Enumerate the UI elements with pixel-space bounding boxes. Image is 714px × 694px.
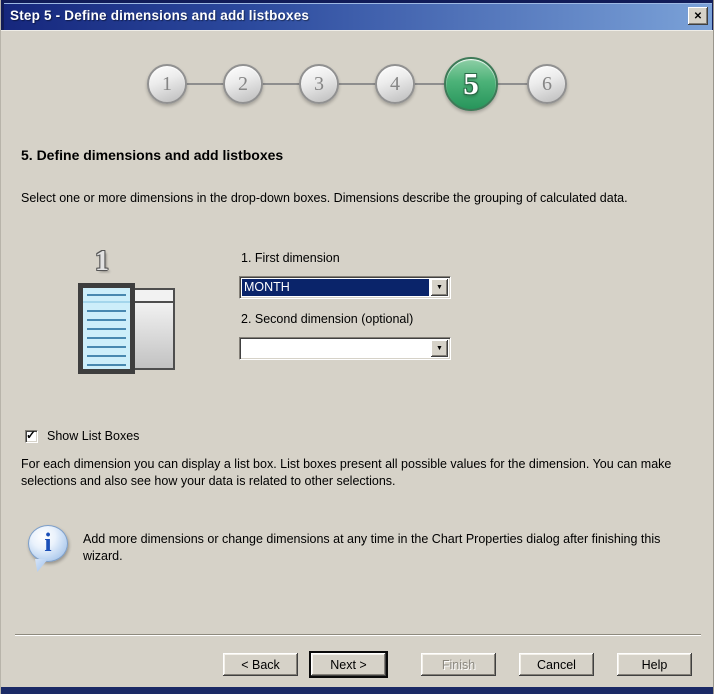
- show-list-boxes-label: Show List Boxes: [47, 429, 140, 443]
- step-indicator-1: 1: [147, 64, 187, 104]
- step-indicator-5-active: 5: [444, 57, 498, 111]
- titlebar[interactable]: Step 5 - Define dimensions and add listb…: [1, 0, 713, 30]
- first-dimension-dropdown-button[interactable]: ▼: [431, 279, 448, 296]
- info-glyph: i: [44, 527, 52, 557]
- next-button[interactable]: Next >: [309, 651, 388, 678]
- close-button[interactable]: ✕: [688, 7, 708, 25]
- second-dimension-dropdown-button[interactable]: ▼: [431, 340, 448, 357]
- step-number: 2: [238, 72, 248, 95]
- step-indicator-4: 4: [375, 64, 415, 104]
- step-indicator-2: 2: [223, 64, 263, 104]
- table-icon: [129, 288, 175, 370]
- close-icon: ✕: [693, 10, 703, 22]
- step-indicator-6: 6: [527, 64, 567, 104]
- listbox-help-text: For each dimension you can display a lis…: [21, 457, 672, 488]
- checkmark-icon: ✓: [26, 427, 37, 442]
- balloon-tail: [35, 559, 48, 572]
- step-number: 6: [542, 72, 552, 95]
- chevron-down-icon: ▼: [436, 284, 443, 291]
- finish-button[interactable]: Finish: [421, 653, 496, 676]
- second-dimension-value: [242, 340, 429, 357]
- step-number: 5: [463, 66, 479, 101]
- first-dimension-label: 1. First dimension: [241, 251, 340, 265]
- chevron-down-icon: ▼: [436, 345, 443, 352]
- page-title: 5. Define dimensions and add listboxes: [21, 147, 284, 163]
- step-indicator-3: 3: [299, 64, 339, 104]
- separator: [15, 634, 701, 635]
- step-number: 1: [162, 72, 172, 95]
- second-dimension-label: 2. Second dimension (optional): [241, 312, 414, 326]
- checkbox-box[interactable]: ✓: [25, 427, 38, 443]
- info-note: Add more dimensions or change dimensions…: [83, 532, 661, 563]
- listbox-illustration-icon: 1: [76, 246, 186, 380]
- illustration-number: 1: [95, 246, 109, 277]
- first-dimension-select[interactable]: MONTH ▼: [239, 276, 451, 299]
- show-list-boxes-checkbox[interactable]: ✓ Show List Boxes: [25, 428, 139, 444]
- cancel-button[interactable]: Cancel: [519, 653, 594, 676]
- info-icon: i: [28, 525, 70, 575]
- wizard-dialog: Step 5 - Define dimensions and add listb…: [0, 0, 714, 694]
- step-number: 4: [390, 72, 400, 95]
- window-bottom-border: [1, 687, 713, 694]
- window-title: Step 5 - Define dimensions and add listb…: [10, 8, 310, 23]
- intro-text: Select one or more dimensions in the dro…: [21, 191, 628, 205]
- listbox-icon: [78, 283, 135, 374]
- help-button[interactable]: Help: [617, 653, 692, 676]
- step-number: 3: [314, 72, 324, 95]
- first-dimension-value: MONTH: [242, 279, 429, 296]
- second-dimension-select[interactable]: ▼: [239, 337, 451, 360]
- back-button[interactable]: < Back: [223, 653, 298, 676]
